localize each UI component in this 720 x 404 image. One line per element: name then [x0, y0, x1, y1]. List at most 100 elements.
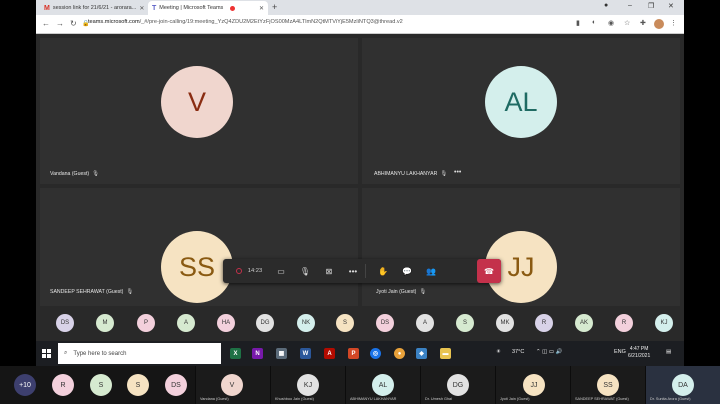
video-tile[interactable]: SS SANDEEP SEHRAWAT (Guest) 🎙 — [40, 188, 358, 306]
more-options-icon[interactable]: ••• — [454, 169, 461, 176]
tab-teams[interactable]: T Meeting | Microsoft Teams ✕ — [148, 1, 268, 15]
participant-circle[interactable]: S — [456, 314, 474, 332]
leave-call-button[interactable]: ☎ — [477, 259, 501, 283]
forward-icon[interactable]: → — [56, 19, 64, 28]
participant-circle[interactable]: A — [177, 314, 195, 332]
participant-circle[interactable]: P — [137, 314, 155, 332]
chrome-icon[interactable]: ◎ — [370, 348, 381, 359]
translate-icon[interactable]: ◐ — [592, 19, 596, 26]
extensions-icon[interactable]: ✚ — [640, 19, 646, 27]
participant-circle[interactable]: MK — [496, 314, 514, 332]
raise-hand-button[interactable]: ✋ — [371, 259, 395, 283]
gallery-tile[interactable]: DG Dr. Umesh Ghai — [420, 366, 495, 404]
participant-circle[interactable]: KJ — [655, 314, 673, 332]
url-field[interactable]: teams.microsoft.com/_#/pre-join-calling/… — [88, 19, 403, 25]
screen-capture: M session link for 21/6/21 - arorara... … — [36, 0, 684, 366]
participant-name-label: Vandana (Guest) 🎙 — [50, 171, 99, 177]
mic-off-icon: 🎙 — [440, 171, 448, 177]
camera-off-button[interactable]: ▭ — [269, 259, 293, 283]
close-icon[interactable]: ✕ — [259, 5, 264, 12]
photos-icon[interactable]: ▦ — [276, 348, 287, 359]
language-indicator[interactable]: ENG — [614, 349, 626, 355]
file-explorer-icon[interactable]: ▬ — [440, 348, 451, 359]
eye-off-icon[interactable]: ◉ — [608, 19, 614, 27]
gallery-avatar: SS — [597, 374, 619, 396]
participant-circle[interactable]: R — [535, 314, 553, 332]
onenote-icon[interactable]: N — [252, 348, 263, 359]
participant-name: SANDEEP SEHRAWAT (Guest) — [50, 289, 124, 295]
participants-button[interactable]: 👥 — [419, 259, 443, 283]
gallery-tile[interactable]: AL ABHIMANYU LAKHANYAR — [345, 366, 420, 404]
video-tile[interactable]: AL ABHIMANYU LAKHANYAR 🎙 ••• — [362, 38, 680, 184]
gallery-tile[interactable]: V Vandana (Guest) — [195, 366, 270, 404]
participant-circle[interactable]: M — [96, 314, 114, 332]
gallery-name: Dr. Sunita Arora (Guest) — [650, 397, 691, 401]
weather-temp[interactable]: 37°C — [512, 349, 524, 355]
taskbar-search[interactable]: ⌕ Type here to search — [58, 343, 221, 364]
camera-icon[interactable]: ▮ — [576, 19, 580, 27]
search-icon: ⌕ — [64, 350, 68, 356]
chat-icon: 💬 — [402, 266, 412, 276]
gallery-name: SANDEEP SEHRAWAT (Guest) — [575, 397, 629, 401]
participant-circle[interactable]: DS — [56, 314, 74, 332]
profile-avatar[interactable] — [654, 19, 664, 29]
excel-icon[interactable]: X — [230, 348, 241, 359]
participant-circle[interactable]: S — [336, 314, 354, 332]
phone-hangup-icon: ☎ — [484, 266, 494, 276]
menu-icon[interactable]: ⋮ — [670, 19, 677, 27]
app-icon[interactable]: ◆ — [416, 348, 427, 359]
gallery-circle[interactable]: S — [90, 374, 112, 396]
participant-circle[interactable]: R — [615, 314, 633, 332]
powerpoint-icon[interactable]: P — [348, 348, 359, 359]
participant-name-label: ABHIMANYU LAKHANYAR 🎙 — [374, 171, 447, 177]
gallery-avatar: DG — [447, 374, 469, 396]
gallery-circle[interactable]: R — [52, 374, 74, 396]
profile-dot-icon[interactable]: ● — [604, 2, 608, 9]
new-tab-button[interactable]: + — [272, 2, 277, 12]
pdf-icon[interactable]: A — [324, 348, 335, 359]
participant-avatar: AL — [485, 66, 557, 138]
gallery-tile[interactable]: KJ Khushboo Jain (Guest) — [270, 366, 345, 404]
share-icon: ⊠ — [325, 266, 333, 276]
windows-start-icon[interactable] — [42, 349, 51, 358]
gallery-tile[interactable]: DA Dr. Sunita Arora (Guest) — [645, 366, 720, 404]
notifications-icon[interactable]: ▤ — [666, 349, 671, 355]
mic-off-icon: 🎙 — [419, 289, 427, 295]
word-icon[interactable]: W — [300, 348, 311, 359]
address-bar: ← → ↻ 🔒 teams.microsoft.com/_#/pre-join-… — [36, 15, 684, 34]
video-tile[interactable]: V Vandana (Guest) 🎙 — [40, 38, 358, 184]
gallery-tile[interactable]: SS SANDEEP SEHRAWAT (Guest) — [570, 366, 645, 404]
taskbar-clock[interactable]: 4:47 PM 6/21/2021 — [628, 346, 650, 360]
gallery-tile[interactable]: JJ Jyoti Jain (Guest) — [495, 366, 570, 404]
gallery-circle[interactable]: S — [127, 374, 149, 396]
participant-circle[interactable]: NK — [297, 314, 315, 332]
participant-strip: DS M P A HA DG NK S DS A S MK R AK R KJ — [36, 310, 684, 334]
tray-icons[interactable]: ⌃ ◫ ▭ 🔊 — [536, 349, 562, 355]
minimize-icon[interactable]: – — [628, 2, 632, 9]
chat-button[interactable]: 💬 — [395, 259, 419, 283]
gallery-circle[interactable]: DS — [165, 374, 187, 396]
mic-off-icon: 🎙 — [92, 171, 100, 177]
participant-circle[interactable]: DS — [376, 314, 394, 332]
video-tile[interactable]: JJ Jyoti Jain (Guest) 🎙 — [362, 188, 680, 306]
app-icon[interactable]: ● — [394, 348, 405, 359]
gmail-icon: M — [44, 4, 50, 12]
gallery-name: Dr. Umesh Ghai — [425, 397, 453, 401]
participant-circle[interactable]: DG — [256, 314, 274, 332]
participant-circle[interactable]: HA — [217, 314, 235, 332]
reload-icon[interactable]: ↻ — [70, 19, 77, 28]
share-screen-button[interactable]: ⊠ — [317, 259, 341, 283]
back-icon[interactable]: ← — [42, 19, 50, 28]
star-icon[interactable]: ☆ — [624, 19, 630, 27]
participant-circle[interactable]: A — [416, 314, 434, 332]
maximize-icon[interactable]: ❐ — [648, 2, 654, 10]
close-icon[interactable]: ✕ — [139, 5, 144, 12]
mic-button[interactable]: 🎙 — [293, 259, 317, 283]
camera-off-icon: ▭ — [277, 266, 285, 276]
tab-gmail[interactable]: M session link for 21/6/21 - arorara... … — [40, 1, 146, 15]
participant-circle[interactable]: AK — [575, 314, 593, 332]
search-placeholder: Type here to search — [73, 350, 127, 357]
more-actions-button[interactable]: ••• — [341, 259, 365, 283]
window-close-icon[interactable]: ✕ — [668, 2, 674, 10]
overflow-participants-badge[interactable]: +10 — [14, 374, 36, 396]
